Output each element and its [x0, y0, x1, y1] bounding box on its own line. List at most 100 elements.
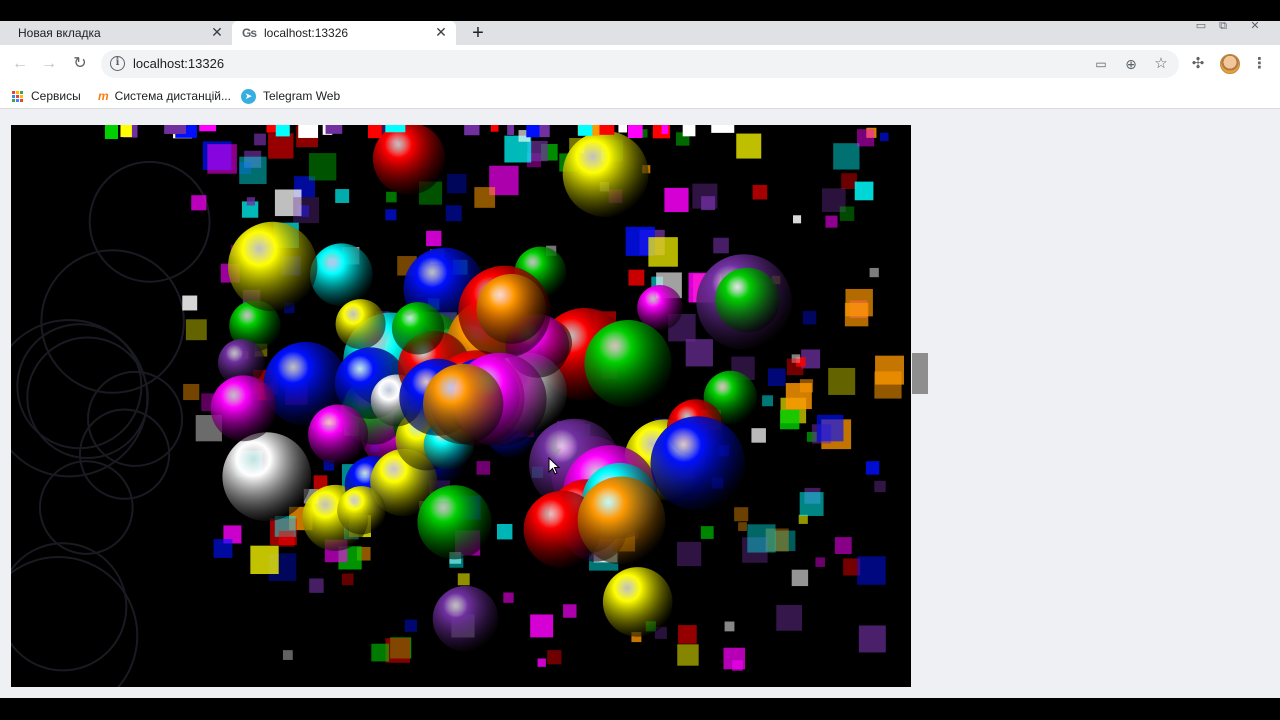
balloon: [715, 267, 780, 333]
cast-icon[interactable]: ▭: [1092, 55, 1110, 73]
browser-toolbar: ← → ↻ i localhost:13326 ▭ ⊕ ☆ ✣ ⋮: [0, 45, 1280, 83]
render-artifact-block: [308, 153, 337, 181]
render-artifact-block: [816, 414, 844, 442]
balloon: [222, 432, 312, 522]
restore-window-icon[interactable]: ⧉: [1212, 19, 1234, 33]
render-artifact-block: [798, 514, 808, 524]
new-tab-plus-icon[interactable]: +: [468, 23, 488, 43]
render-artifact-block: [799, 492, 824, 516]
back-arrow-icon[interactable]: ←: [11, 55, 29, 73]
page-viewport: [0, 110, 1280, 698]
render-artifact-block: [880, 132, 889, 142]
render-artifact-block: [547, 650, 562, 665]
render-artifact-block: [738, 522, 747, 532]
balloon: [228, 221, 318, 312]
background-sphere: [26, 336, 149, 459]
reload-icon[interactable]: ↻: [71, 55, 89, 73]
balloon: [577, 476, 666, 565]
tab-strip: Новая вкладка ✕ Gs localhost:13326 ✕ + ▭…: [0, 19, 1280, 45]
render-artifact-block: [815, 557, 825, 567]
render-artifact-block: [844, 302, 869, 327]
render-artifact-block: [628, 269, 645, 286]
bookmark-services[interactable]: Сервисы: [12, 88, 81, 104]
balloons-canvas[interactable]: [11, 125, 911, 687]
star-icon[interactable]: ☆: [1152, 55, 1170, 73]
background-sphere: [87, 370, 184, 467]
address-bar[interactable]: i localhost:13326 ▭ ⊕ ☆: [101, 50, 1179, 78]
render-artifact-block: [692, 183, 718, 209]
render-artifact-block: [869, 267, 879, 278]
scrollbar-thumb[interactable]: [912, 353, 928, 394]
kebab-menu-icon[interactable]: ⋮: [1252, 55, 1267, 73]
render-artifact-block: [298, 125, 319, 138]
render-artifact-block: [762, 395, 774, 407]
telegram-icon: ➤: [241, 88, 256, 104]
render-artifact-block: [767, 368, 786, 387]
render-artifact-block: [404, 619, 418, 632]
tab-new-tab[interactable]: Новая вкладка ✕: [0, 21, 232, 45]
render-artifact-block: [856, 129, 875, 147]
render-artifact-block: [335, 189, 350, 203]
balloon: [210, 375, 277, 442]
render-artifact-block: [183, 383, 200, 401]
render-artifact-block: [785, 383, 812, 410]
render-artifact-block: [490, 125, 499, 132]
render-artifact-block: [747, 524, 776, 553]
balloon: [372, 125, 446, 195]
render-artifact-block: [507, 125, 515, 135]
bookmark-label: Система дистанцій...: [114, 89, 231, 103]
render-artifact-block: [736, 133, 762, 159]
close-tab-icon[interactable]: ✕: [210, 25, 224, 39]
render-artifact-block: [496, 523, 513, 540]
render-artifact-block: [828, 367, 856, 395]
balloon: [417, 485, 492, 560]
render-artifact-block: [825, 215, 838, 228]
screen-frame: Новая вкладка ✕ Gs localhost:13326 ✕ + ▭…: [0, 0, 1280, 720]
zoom-icon[interactable]: ⊕: [1122, 55, 1140, 73]
background-sphere: [40, 249, 185, 394]
balloon: [308, 404, 369, 465]
tab-localhost[interactable]: Gs localhost:13326 ✕: [232, 21, 456, 45]
render-artifact-block: [661, 125, 669, 134]
render-artifact-block: [839, 206, 855, 221]
puzzle-icon[interactable]: ✣: [1189, 55, 1207, 73]
render-artifact-block: [530, 614, 554, 638]
tab-label: localhost:13326: [264, 26, 349, 40]
render-artifact-block: [685, 339, 713, 367]
render-artifact-block: [282, 650, 293, 660]
render-artifact-block: [874, 480, 886, 493]
balloon: [584, 320, 672, 408]
render-artifact-block: [648, 237, 678, 267]
render-artifact-block: [385, 209, 397, 221]
close-tab-icon[interactable]: ✕: [434, 25, 448, 39]
balloon: [602, 567, 673, 637]
render-artifact-block: [833, 143, 860, 170]
render-artifact-block: [526, 125, 540, 138]
mouse-cursor-icon: [548, 457, 560, 475]
render-artifact-block: [239, 156, 267, 185]
close-window-icon[interactable]: ✕: [1244, 19, 1266, 33]
render-artifact-block: [791, 569, 809, 587]
info-icon[interactable]: i: [110, 56, 125, 71]
render-artifact-block: [786, 358, 804, 376]
address-url[interactable]: localhost:13326: [133, 56, 224, 71]
bookmark-distance-system[interactable]: m Система дистанцій...: [98, 88, 231, 104]
avatar[interactable]: [1220, 54, 1240, 74]
minimize-window-icon[interactable]: ▭: [1190, 19, 1212, 33]
render-artifact-block: [293, 197, 320, 224]
render-artifact-block: [578, 125, 593, 136]
forward-arrow-icon[interactable]: →: [40, 55, 58, 73]
render-artifact-block: [385, 125, 406, 133]
render-artifact-block: [278, 530, 295, 547]
balloon: [432, 585, 499, 652]
render-artifact-block: [618, 125, 628, 133]
render-artifact-block: [678, 625, 697, 644]
balloon: [650, 416, 746, 511]
render-artifact-block: [682, 125, 696, 137]
render-artifact-block: [368, 125, 382, 139]
bookmark-telegram-web[interactable]: ➤ Telegram Web: [241, 88, 340, 104]
render-artifact-block: [776, 605, 803, 631]
render-artifact-block: [700, 526, 714, 539]
render-artifact-block: [875, 355, 905, 385]
render-artifact-block: [445, 205, 462, 222]
